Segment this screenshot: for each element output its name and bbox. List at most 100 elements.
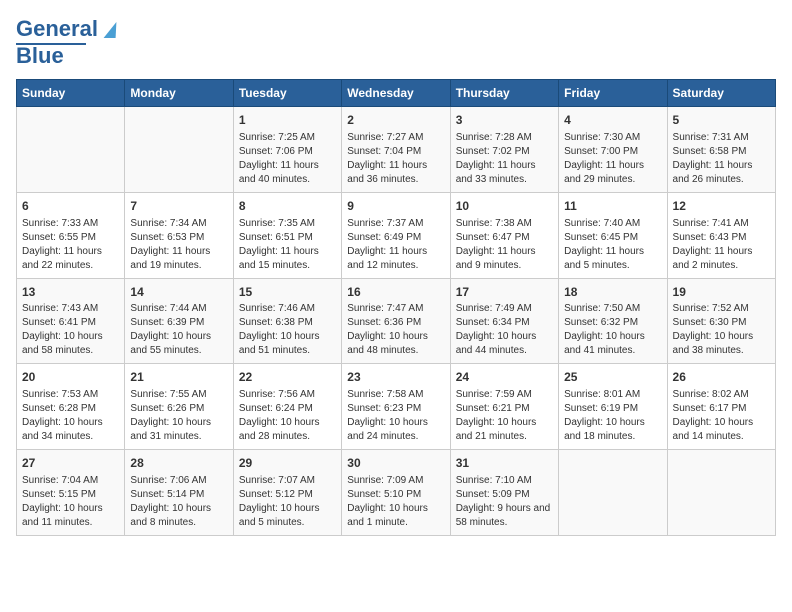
day-detail: Sunrise: 7:59 AMSunset: 6:21 PMDaylight:…	[456, 388, 553, 444]
calendar-cell	[125, 107, 233, 193]
day-detail: Sunrise: 7:31 AMSunset: 6:58 PMDaylight:…	[673, 131, 770, 187]
calendar-cell: 30 Sunrise: 7:09 AMSunset: 5:10 PMDayligh…	[342, 450, 450, 536]
calendar-cell: 19Sunrise: 7:52 AMSunset: 6:30 PMDayligh…	[667, 278, 775, 364]
day-of-week-header: Wednesday	[342, 80, 450, 107]
day-of-week-header: Thursday	[450, 80, 558, 107]
day-detail: Sunrise: 7:41 AMSunset: 6:43 PMDaylight:…	[673, 217, 770, 273]
day-number: 30	[347, 455, 444, 472]
calendar-cell: 4 Sunrise: 7:30 AMSunset: 7:00 PMDaylight…	[559, 107, 667, 193]
day-number: 5	[673, 112, 770, 129]
calendar-cell: 5 Sunrise: 7:31 AMSunset: 6:58 PMDaylight…	[667, 107, 775, 193]
day-number: 31	[456, 455, 553, 472]
day-detail: Sunrise: 7:34 AMSunset: 6:53 PMDaylight:…	[130, 217, 227, 273]
day-detail: Sunrise: 7:40 AMSunset: 6:45 PMDaylight:…	[564, 217, 661, 273]
day-detail: Sunrise: 7:07 AMSunset: 5:12 PMDaylight:…	[239, 474, 336, 530]
calendar-cell: 10 Sunrise: 7:38 AMSunset: 6:47 PMDayligh…	[450, 192, 558, 278]
day-number: 11	[564, 198, 661, 215]
calendar-cell: 28 Sunrise: 7:06 AMSunset: 5:14 PMDayligh…	[125, 450, 233, 536]
calendar-cell: 22Sunrise: 7:56 AMSunset: 6:24 PMDayligh…	[233, 364, 341, 450]
day-detail: Sunrise: 7:55 AMSunset: 6:26 PMDaylight:…	[130, 388, 227, 444]
calendar-cell: 6Sunrise: 7:33 AMSunset: 6:55 PMDaylight…	[17, 192, 125, 278]
day-number: 22	[239, 369, 336, 386]
page-header: General Blue	[16, 16, 776, 69]
day-number: 2	[347, 112, 444, 129]
day-number: 7	[130, 198, 227, 215]
day-detail: Sunrise: 7:06 AMSunset: 5:14 PMDaylight:…	[130, 474, 227, 530]
calendar-week-row: 6Sunrise: 7:33 AMSunset: 6:55 PMDaylight…	[17, 192, 776, 278]
calendar-cell: 15Sunrise: 7:46 AMSunset: 6:38 PMDayligh…	[233, 278, 341, 364]
day-number: 13	[22, 284, 119, 301]
calendar-cell: 21 Sunrise: 7:55 AMSunset: 6:26 PMDayligh…	[125, 364, 233, 450]
calendar-week-row: 13Sunrise: 7:43 AMSunset: 6:41 PMDayligh…	[17, 278, 776, 364]
day-detail: Sunrise: 7:04 AMSunset: 5:15 PMDaylight:…	[22, 474, 119, 530]
day-of-week-header: Monday	[125, 80, 233, 107]
calendar-cell: 20 Sunrise: 7:53 AMSunset: 6:28 PMDayligh…	[17, 364, 125, 450]
calendar-cell: 24 Sunrise: 7:59 AMSunset: 6:21 PMDayligh…	[450, 364, 558, 450]
day-number: 18	[564, 284, 661, 301]
day-number: 21	[130, 369, 227, 386]
calendar-cell: 29 Sunrise: 7:07 AMSunset: 5:12 PMDayligh…	[233, 450, 341, 536]
day-number: 8	[239, 198, 336, 215]
day-number: 25	[564, 369, 661, 386]
day-of-week-header: Tuesday	[233, 80, 341, 107]
calendar-cell: 25 Sunrise: 8:01 AMSunset: 6:19 PMDayligh…	[559, 364, 667, 450]
day-detail: Sunrise: 7:35 AMSunset: 6:51 PMDaylight:…	[239, 217, 336, 273]
day-number: 4	[564, 112, 661, 129]
logo-text: General	[16, 16, 117, 42]
calendar-cell	[17, 107, 125, 193]
calendar-cell: 26 Sunrise: 8:02 AMSunset: 6:17 PMDayligh…	[667, 364, 775, 450]
day-detail: Sunrise: 8:02 AMSunset: 6:17 PMDaylight:…	[673, 388, 770, 444]
day-number: 29	[239, 455, 336, 472]
calendar-cell	[667, 450, 775, 536]
day-number: 23	[347, 369, 444, 386]
calendar-cell: 27 Sunrise: 7:04 AMSunset: 5:15 PMDayligh…	[17, 450, 125, 536]
calendar-cell: 12 Sunrise: 7:41 AMSunset: 6:43 PMDayligh…	[667, 192, 775, 278]
day-number: 17	[456, 284, 553, 301]
day-detail: Sunrise: 7:38 AMSunset: 6:47 PMDaylight:…	[456, 217, 553, 273]
day-detail: Sunrise: 7:50 AMSunset: 6:32 PMDaylight:…	[564, 302, 661, 358]
calendar-cell: 1 Sunrise: 7:25 AMSunset: 7:06 PMDaylight…	[233, 107, 341, 193]
day-detail: Sunrise: 7:10 AMSunset: 5:09 PMDaylight:…	[456, 474, 553, 530]
day-detail: Sunrise: 7:52 AMSunset: 6:30 PMDaylight:…	[673, 302, 770, 358]
calendar-cell: 11 Sunrise: 7:40 AMSunset: 6:45 PMDayligh…	[559, 192, 667, 278]
calendar-cell: 14Sunrise: 7:44 AMSunset: 6:39 PMDayligh…	[125, 278, 233, 364]
day-detail: Sunrise: 7:53 AMSunset: 6:28 PMDaylight:…	[22, 388, 119, 444]
day-number: 14	[130, 284, 227, 301]
day-number: 6	[22, 198, 119, 215]
day-detail: Sunrise: 7:30 AMSunset: 7:00 PMDaylight:…	[564, 131, 661, 187]
calendar-cell: 2Sunrise: 7:27 AMSunset: 7:04 PMDaylight…	[342, 107, 450, 193]
day-detail: Sunrise: 7:44 AMSunset: 6:39 PMDaylight:…	[130, 302, 227, 358]
calendar-week-row: 20 Sunrise: 7:53 AMSunset: 6:28 PMDayligh…	[17, 364, 776, 450]
day-number: 3	[456, 112, 553, 129]
calendar-cell: 3Sunrise: 7:28 AMSunset: 7:02 PMDaylight…	[450, 107, 558, 193]
calendar-cell: 8 Sunrise: 7:35 AMSunset: 6:51 PMDaylight…	[233, 192, 341, 278]
calendar-week-row: 27 Sunrise: 7:04 AMSunset: 5:15 PMDayligh…	[17, 450, 776, 536]
day-detail: Sunrise: 7:25 AMSunset: 7:06 PMDaylight:…	[239, 131, 336, 187]
day-number: 26	[673, 369, 770, 386]
logo: General Blue	[16, 16, 117, 69]
calendar-cell: 9 Sunrise: 7:37 AMSunset: 6:49 PMDaylight…	[342, 192, 450, 278]
day-number: 24	[456, 369, 553, 386]
calendar-table: SundayMondayTuesdayWednesdayThursdayFrid…	[16, 79, 776, 536]
day-of-week-header: Friday	[559, 80, 667, 107]
calendar-cell: 23 Sunrise: 7:58 AMSunset: 6:23 PMDayligh…	[342, 364, 450, 450]
day-detail: Sunrise: 7:43 AMSunset: 6:41 PMDaylight:…	[22, 302, 119, 358]
day-number: 20	[22, 369, 119, 386]
day-number: 1	[239, 112, 336, 129]
day-number: 10	[456, 198, 553, 215]
day-detail: Sunrise: 7:47 AMSunset: 6:36 PMDaylight:…	[347, 302, 444, 358]
day-detail: Sunrise: 7:37 AMSunset: 6:49 PMDaylight:…	[347, 217, 444, 273]
day-number: 28	[130, 455, 227, 472]
day-detail: Sunrise: 7:09 AMSunset: 5:10 PMDaylight:…	[347, 474, 444, 530]
calendar-cell: 7 Sunrise: 7:34 AMSunset: 6:53 PMDaylight…	[125, 192, 233, 278]
logo-blue-text: Blue	[16, 43, 64, 69]
day-number: 27	[22, 455, 119, 472]
day-number: 9	[347, 198, 444, 215]
day-detail: Sunrise: 8:01 AMSunset: 6:19 PMDaylight:…	[564, 388, 661, 444]
day-number: 12	[673, 198, 770, 215]
day-of-week-header: Sunday	[17, 80, 125, 107]
calendar-cell	[559, 450, 667, 536]
day-number: 19	[673, 284, 770, 301]
day-detail: Sunrise: 7:58 AMSunset: 6:23 PMDaylight:…	[347, 388, 444, 444]
calendar-cell: 17Sunrise: 7:49 AMSunset: 6:34 PMDayligh…	[450, 278, 558, 364]
